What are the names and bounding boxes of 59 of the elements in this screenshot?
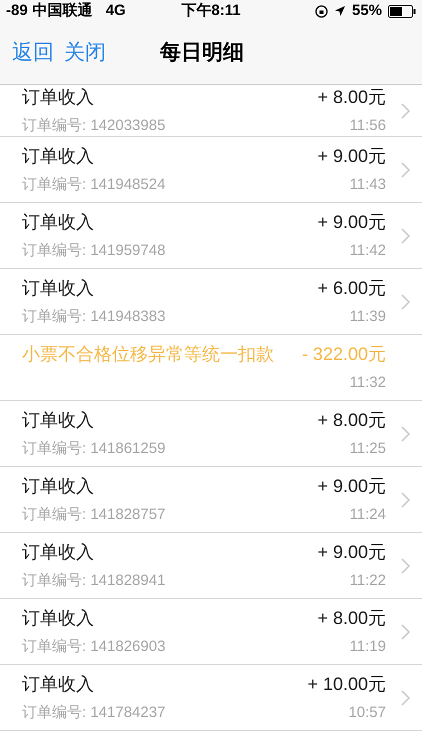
order-number: 订单编号: 141948524	[22, 174, 166, 195]
page-title: 每日明细	[160, 40, 244, 66]
entry-amount: + 8.00元	[317, 408, 386, 432]
chevron-icon	[401, 492, 410, 508]
close-button[interactable]: 关闭	[64, 37, 106, 69]
chevron-icon	[401, 102, 410, 118]
order-number: 订单编号: 141826903	[22, 636, 166, 657]
entry-amount: + 8.00元	[317, 606, 386, 630]
entry-title: 订单收入	[22, 210, 94, 234]
entry-time: 11:43	[350, 174, 386, 195]
chevron-icon	[401, 690, 410, 706]
order-number: 订单编号: 141861259	[22, 438, 166, 459]
entry-time: 11:39	[350, 306, 386, 327]
chevron-icon	[401, 162, 410, 178]
entry-time: 11:25	[350, 438, 386, 459]
entry-amount: + 9.00元	[317, 540, 386, 564]
entry-time: 11:42	[350, 240, 386, 261]
entry-time: 11:19	[350, 636, 386, 657]
entry-amount: + 9.00元	[317, 474, 386, 498]
entry-time: 11:32	[350, 372, 386, 393]
location-arrow-icon	[334, 5, 346, 17]
order-number: 订单编号: 141828757	[22, 504, 166, 525]
entry-title: 订单收入	[22, 672, 94, 696]
chevron-icon	[401, 558, 410, 574]
order-number: 订单编号: 141828941	[22, 570, 166, 591]
entry-title: 订单收入	[22, 276, 94, 300]
carrier-name: 中国联通	[32, 0, 93, 21]
clock: 下午8:11	[180, 0, 242, 21]
entry-title: 订单收入	[22, 86, 94, 109]
entry-title: 小票不合格位移异常等统一扣款	[22, 342, 274, 366]
entry-amount: + 10.00元	[307, 672, 386, 696]
back-button[interactable]: 返回	[12, 37, 54, 69]
entry-time: 10:57	[348, 702, 386, 723]
chevron-icon	[401, 228, 410, 244]
chevron-icon	[401, 294, 410, 310]
rotation-lock-icon	[314, 4, 328, 18]
entry-amount: - 322.00元	[302, 342, 386, 366]
signal-strength: -89	[6, 0, 28, 21]
chevron-icon	[401, 624, 410, 640]
entry-amount: + 6.00元	[317, 276, 386, 300]
battery-icon	[388, 4, 416, 18]
entry-title: 订单收入	[22, 540, 94, 564]
order-number: 订单编号: 141959748	[22, 240, 166, 261]
entry-amount: + 9.00元	[317, 210, 386, 234]
entry-title: 订单收入	[22, 408, 94, 432]
entry-time: 11:24	[350, 504, 386, 525]
entry-title: 订单收入	[22, 474, 94, 498]
entry-time: 11:56	[350, 116, 386, 136]
entry-time: 11:22	[350, 570, 386, 591]
chevron-icon	[401, 426, 410, 442]
entry-amount: + 9.00元	[317, 144, 386, 168]
order-number: 订单编号: 141948383	[22, 306, 166, 327]
network-type: 4G	[106, 0, 126, 21]
order-number: 订单编号: 141784237	[22, 702, 166, 723]
order-number: 订单编号: 142033985	[22, 116, 166, 136]
entry-title: 订单收入	[22, 606, 94, 630]
battery-percent: 55%	[352, 0, 382, 21]
entry-amount: + 8.00元	[317, 86, 386, 109]
entry-title: 订单收入	[22, 144, 94, 168]
